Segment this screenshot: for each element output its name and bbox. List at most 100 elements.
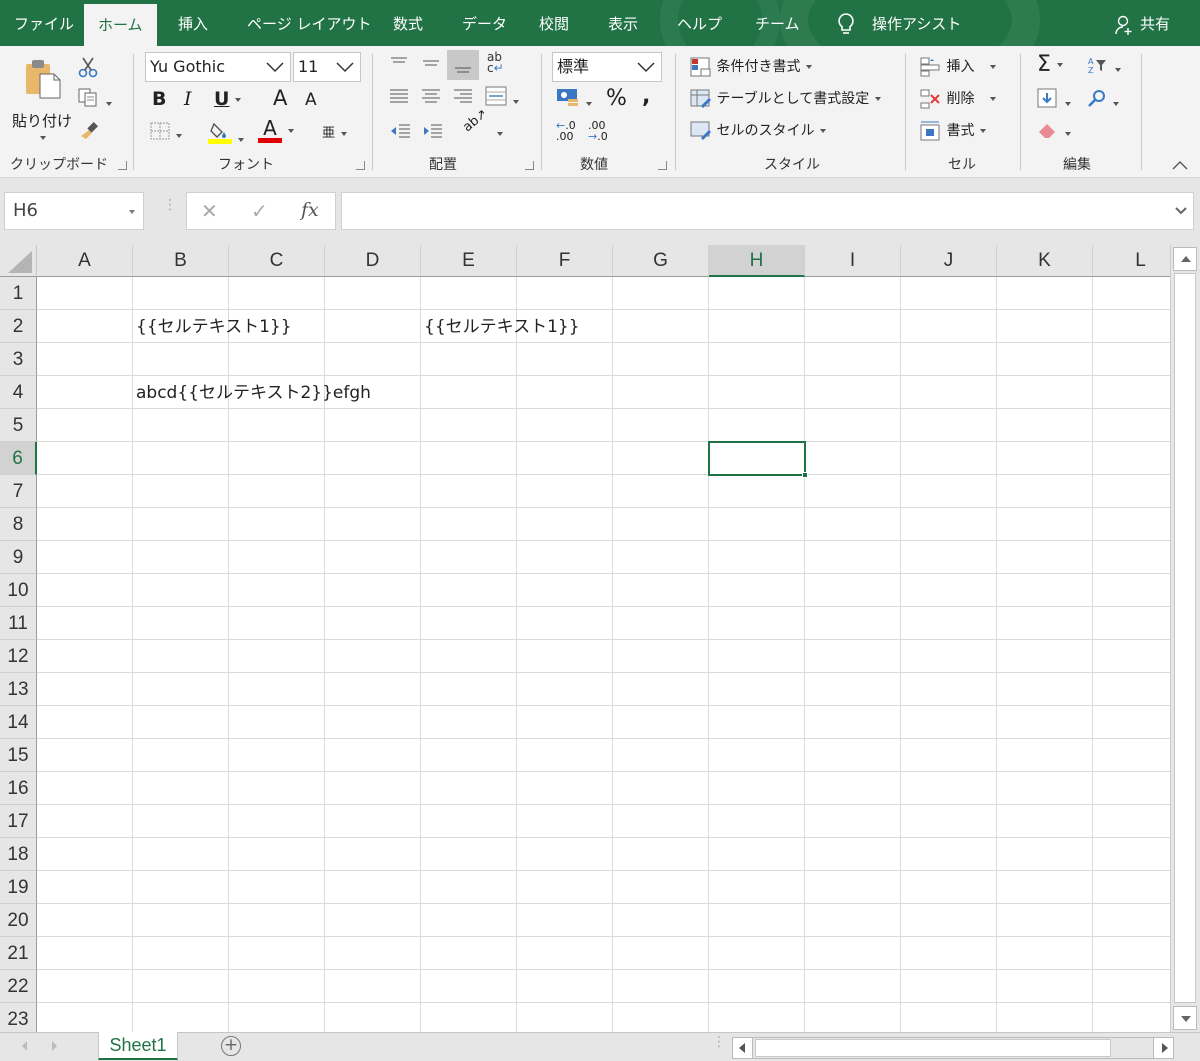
cell-f8[interactable] — [517, 508, 613, 541]
bold-button[interactable]: B — [152, 88, 166, 110]
cell-e1[interactable] — [421, 277, 517, 310]
cell-h5[interactable] — [709, 409, 805, 442]
cell-b5[interactable] — [133, 409, 229, 442]
align-left-button[interactable] — [389, 88, 409, 110]
row-header-1[interactable]: 1 — [0, 277, 37, 310]
cell-l15[interactable] — [1093, 739, 1170, 772]
cell-g8[interactable] — [613, 508, 709, 541]
cell-b9[interactable] — [133, 541, 229, 574]
cell-h3[interactable] — [709, 343, 805, 376]
cell-i13[interactable] — [805, 673, 901, 706]
cell-h13[interactable] — [709, 673, 805, 706]
cell-d6[interactable] — [325, 442, 421, 475]
row-header-3[interactable]: 3 — [0, 343, 37, 376]
cell-g3[interactable] — [613, 343, 709, 376]
cell-c17[interactable] — [229, 805, 325, 838]
cell-c13[interactable] — [229, 673, 325, 706]
column-header-i[interactable]: I — [805, 245, 901, 277]
cell-k4[interactable] — [997, 376, 1093, 409]
cell-e3[interactable] — [421, 343, 517, 376]
borders-button[interactable] — [150, 122, 182, 144]
cell-f15[interactable] — [517, 739, 613, 772]
cell-h8[interactable] — [709, 508, 805, 541]
cell-i6[interactable] — [805, 442, 901, 475]
cell-b7[interactable] — [133, 475, 229, 508]
cell-l22[interactable] — [1093, 970, 1170, 1003]
cell-a8[interactable] — [37, 508, 133, 541]
cell-f20[interactable] — [517, 904, 613, 937]
decrease-indent-button[interactable] — [389, 122, 411, 144]
lightbulb-icon[interactable] — [836, 12, 856, 40]
name-box-dropdown-icon[interactable] — [129, 210, 135, 214]
cell-b12[interactable] — [133, 640, 229, 673]
cell-e11[interactable] — [421, 607, 517, 640]
cell-b10[interactable] — [133, 574, 229, 607]
cell-j3[interactable] — [901, 343, 997, 376]
cell-j5[interactable] — [901, 409, 997, 442]
row-header-13[interactable]: 13 — [0, 673, 37, 706]
cell-g21[interactable] — [613, 937, 709, 970]
cell-a6[interactable] — [37, 442, 133, 475]
cell-g22[interactable] — [613, 970, 709, 1003]
cell-l14[interactable] — [1093, 706, 1170, 739]
cell-g15[interactable] — [613, 739, 709, 772]
row-header-20[interactable]: 20 — [0, 904, 37, 937]
cell-b21[interactable] — [133, 937, 229, 970]
cell-i4[interactable] — [805, 376, 901, 409]
cell-f10[interactable] — [517, 574, 613, 607]
cell-j13[interactable] — [901, 673, 997, 706]
cell-d9[interactable] — [325, 541, 421, 574]
column-header-f[interactable]: F — [517, 245, 613, 277]
shrink-font-button[interactable]: A — [305, 90, 317, 110]
cell-e14[interactable] — [421, 706, 517, 739]
cell-j20[interactable] — [901, 904, 997, 937]
cell-a20[interactable] — [37, 904, 133, 937]
cell-e12[interactable] — [421, 640, 517, 673]
name-box[interactable]: H6 — [4, 192, 144, 230]
row-header-5[interactable]: 5 — [0, 409, 37, 442]
cell-j22[interactable] — [901, 970, 997, 1003]
column-header-l[interactable]: L — [1093, 245, 1170, 277]
cell-e16[interactable] — [421, 772, 517, 805]
cell-j2[interactable] — [901, 310, 997, 343]
cell-a18[interactable] — [37, 838, 133, 871]
cell-d17[interactable] — [325, 805, 421, 838]
align-right-button[interactable] — [453, 88, 473, 110]
cell-e8[interactable] — [421, 508, 517, 541]
cell-i3[interactable] — [805, 343, 901, 376]
cell-g5[interactable] — [613, 409, 709, 442]
cell-a10[interactable] — [37, 574, 133, 607]
row-header-18[interactable]: 18 — [0, 838, 37, 871]
cell-j6[interactable] — [901, 442, 997, 475]
cell-d21[interactable] — [325, 937, 421, 970]
format-as-table-button[interactable]: テーブルとして書式設定 — [690, 88, 882, 109]
cell-c6[interactable] — [229, 442, 325, 475]
align-top-button[interactable] — [389, 56, 409, 74]
column-header-a[interactable]: A — [37, 245, 133, 277]
cell-a4[interactable] — [37, 376, 133, 409]
accounting-format-button[interactable] — [556, 88, 592, 112]
cell-i23[interactable] — [805, 1003, 901, 1032]
formula-input[interactable] — [341, 192, 1194, 230]
cell-c10[interactable] — [229, 574, 325, 607]
cell-i1[interactable] — [805, 277, 901, 310]
cell-i16[interactable] — [805, 772, 901, 805]
cell-b15[interactable] — [133, 739, 229, 772]
cell-l23[interactable] — [1093, 1003, 1170, 1032]
cell-j15[interactable] — [901, 739, 997, 772]
cell-j23[interactable] — [901, 1003, 997, 1032]
cell-styles-button[interactable]: セルのスタイル — [690, 120, 827, 141]
cell-i14[interactable] — [805, 706, 901, 739]
cell-k1[interactable] — [997, 277, 1093, 310]
cell-j17[interactable] — [901, 805, 997, 838]
cell-g20[interactable] — [613, 904, 709, 937]
cell-g16[interactable] — [613, 772, 709, 805]
cell-g6[interactable] — [613, 442, 709, 475]
cell-k7[interactable] — [997, 475, 1093, 508]
cell-j14[interactable] — [901, 706, 997, 739]
cell-h16[interactable] — [709, 772, 805, 805]
tab-formulas[interactable]: 数式 — [393, 0, 423, 46]
cell-f9[interactable] — [517, 541, 613, 574]
cell-k23[interactable] — [997, 1003, 1093, 1032]
row-header-8[interactable]: 8 — [0, 508, 37, 541]
